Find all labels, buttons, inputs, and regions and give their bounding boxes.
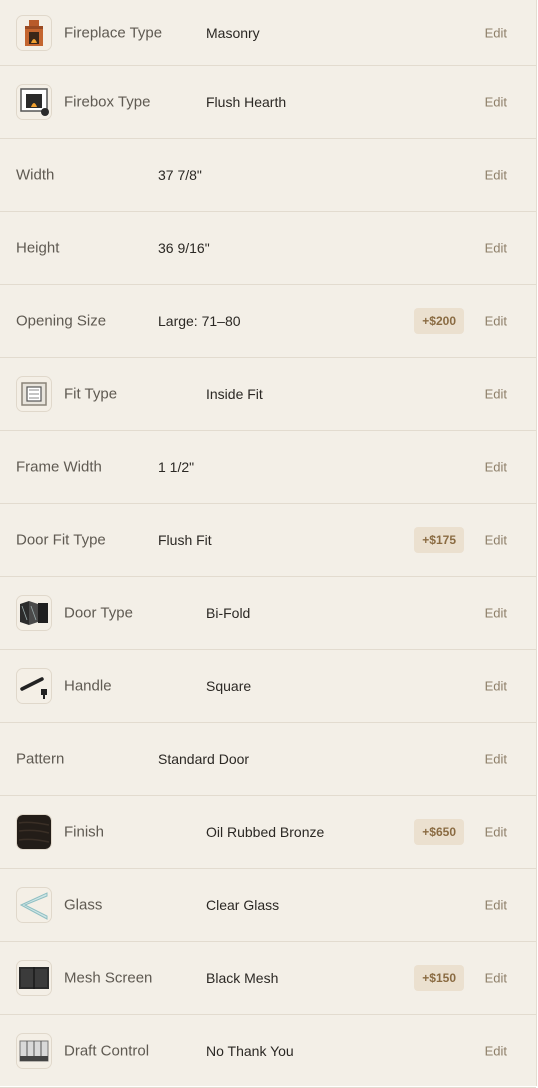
option-label: Door Fit Type (16, 531, 106, 549)
option-row-door-fit-type: Door Fit Type Flush Fit +$175 Edit (0, 504, 536, 577)
option-row-glass: Glass Clear Glass Edit (0, 869, 536, 942)
option-row-handle: Handle Square Edit (0, 650, 536, 723)
option-value: Flush Fit (158, 532, 212, 548)
option-value: Clear Glass (206, 897, 280, 913)
flush-hearth-icon (16, 84, 52, 120)
option-value: No Thank You (206, 1043, 294, 1059)
handle-icon (16, 668, 52, 704)
edit-fireplace-type-link[interactable]: Edit (485, 25, 507, 40)
option-label: Frame Width (16, 458, 102, 476)
edit-door-fit-type-link[interactable]: Edit (485, 533, 507, 548)
option-row-draft-control: Draft Control No Thank You Edit (0, 1015, 536, 1088)
option-label: Opening Size (16, 312, 107, 330)
edit-pattern-link[interactable]: Edit (485, 752, 507, 767)
edit-fit-type-link[interactable]: Edit (485, 387, 507, 402)
draft-control-icon (16, 1033, 52, 1069)
configuration-summary-panel: Fireplace Type Masonry Edit Firebox Type… (0, 0, 537, 1088)
edit-frame-width-link[interactable]: Edit (485, 460, 507, 475)
option-row-width: Width 37 7/8" Edit (0, 139, 536, 212)
option-value: Square (206, 678, 252, 694)
option-value: 37 7/8" (158, 167, 202, 183)
price-badge: +$200 (414, 308, 464, 334)
option-value: Bi-Fold (206, 605, 251, 621)
option-label: Draft Control (64, 1042, 150, 1060)
option-row-finish: Finish Oil Rubbed Bronze +$650 Edit (0, 796, 536, 869)
option-row-fit-type: Fit Type Inside Fit Edit (0, 358, 536, 431)
option-label: Door Type (64, 604, 133, 622)
option-row-door-type: Door Type Bi-Fold Edit (0, 577, 536, 650)
edit-height-link[interactable]: Edit (485, 241, 507, 256)
price-badge: +$175 (414, 527, 464, 553)
option-row-opening-size: Opening Size Large: 71–80 +$200 Edit (0, 285, 536, 358)
option-row-height: Height 36 9/16" Edit (0, 212, 536, 285)
clear-glass-icon (16, 887, 52, 923)
edit-door-type-link[interactable]: Edit (485, 606, 507, 621)
option-label: Pattern (16, 750, 65, 768)
option-value: Flush Hearth (206, 94, 287, 110)
option-label: Firebox Type (64, 93, 151, 111)
option-label: Fireplace Type (64, 24, 163, 41)
option-label: Fit Type (64, 385, 118, 403)
option-row-firebox-type: Firebox Type Flush Hearth Edit (0, 66, 536, 139)
masonry-fireplace-icon (16, 14, 52, 51)
bifold-door-icon (16, 595, 52, 631)
option-value: 1 1/2" (158, 459, 195, 475)
black-mesh-icon (16, 960, 52, 996)
option-row-mesh-screen: Mesh Screen Black Mesh +$150 Edit (0, 942, 536, 1015)
option-value: Masonry (206, 24, 260, 41)
option-value: Standard Door (158, 751, 250, 767)
price-badge: +$650 (414, 819, 464, 845)
price-badge: +$150 (414, 965, 464, 991)
edit-glass-link[interactable]: Edit (485, 898, 507, 913)
option-label: Mesh Screen (64, 969, 153, 987)
edit-handle-link[interactable]: Edit (485, 679, 507, 694)
option-label: Height (16, 239, 60, 257)
option-row-frame-width: Frame Width 1 1/2" Edit (0, 431, 536, 504)
option-row-pattern: Pattern Standard Door Edit (0, 723, 536, 796)
oil-rubbed-bronze-swatch-icon (16, 814, 52, 850)
option-label: Finish (64, 823, 105, 841)
edit-opening-size-link[interactable]: Edit (485, 314, 507, 329)
option-label: Handle (64, 677, 112, 695)
option-label: Width (16, 166, 55, 184)
option-value: Oil Rubbed Bronze (206, 824, 325, 840)
option-row-fireplace-type: Fireplace Type Masonry Edit (0, 0, 536, 66)
edit-firebox-type-link[interactable]: Edit (485, 95, 507, 110)
option-label: Glass (64, 896, 103, 914)
edit-finish-link[interactable]: Edit (485, 825, 507, 840)
option-value: Large: 71–80 (158, 313, 241, 329)
edit-mesh-screen-link[interactable]: Edit (485, 971, 507, 986)
option-value: 36 9/16" (158, 240, 210, 256)
edit-width-link[interactable]: Edit (485, 168, 507, 183)
inside-fit-icon (16, 376, 52, 412)
edit-draft-control-link[interactable]: Edit (485, 1044, 507, 1059)
option-value: Inside Fit (206, 386, 263, 402)
option-value: Black Mesh (206, 970, 279, 986)
